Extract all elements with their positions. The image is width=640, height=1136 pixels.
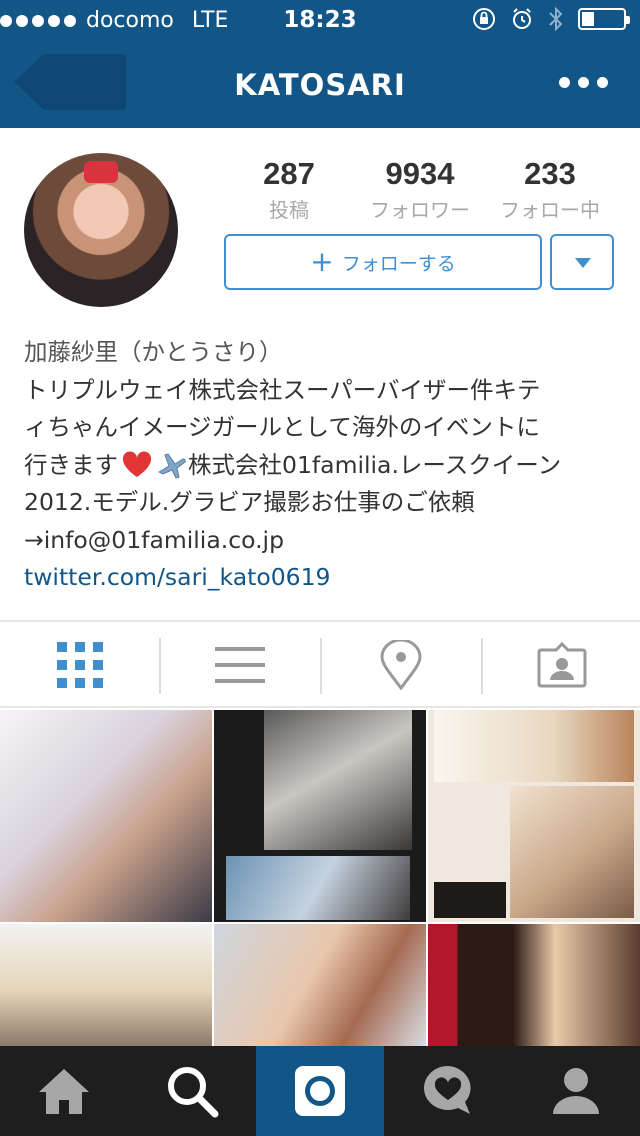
airplane-emoji-icon [157,453,186,479]
stat-followers-label: フォロワー [370,198,470,222]
stat-followers-count: 9934 [385,156,455,191]
bluetooth-icon [549,6,563,32]
stat-following[interactable]: 233 フォロー中 [490,156,610,223]
location-icon [380,640,422,690]
stat-following-count: 233 [524,156,576,191]
orientation-lock-icon [473,8,495,30]
grid-view-icon [57,642,103,688]
tab-grid[interactable] [0,626,160,704]
top-header: docomo LTE 18:23 KATOSARI [0,0,640,128]
photo-thumbnail[interactable] [428,710,640,922]
bio-line: →info@01familia.co.jp [24,525,284,554]
photo-thumbnail[interactable] [0,924,212,1046]
camera-icon [295,1066,345,1116]
follow-button-label: フォローする [341,252,456,275]
profile-icon [553,1068,599,1114]
tagged-photos-icon [537,642,587,688]
bio-text: 株式会社01familia.レースクイーン [188,450,562,479]
stat-following-label: フォロー中 [500,198,600,222]
divider [0,620,640,622]
list-view-icon [215,647,265,683]
avatar[interactable] [24,153,178,307]
tab-activity[interactable] [384,1046,512,1136]
bio-line: トリプルウェイ株式会社スーパーバイザー件キテ [24,375,541,404]
home-icon [39,1069,89,1114]
status-bar: docomo LTE 18:23 [0,0,640,40]
bio-text: 行きます [24,450,118,479]
bio: 加藤紗里（かとうさり） トリプルウェイ株式会社スーパーバイザー件キテ ィちゃんイ… [24,334,620,597]
bottom-tab-bar [0,1046,640,1136]
photo-thumbnail[interactable] [428,924,640,1046]
bio-line: ィちゃんイメージガールとして海外のイベントに [24,413,540,441]
full-name: 加藤紗里（かとうさり） [24,338,283,366]
tab-profile[interactable] [512,1046,640,1136]
alarm-icon [513,8,531,29]
stat-posts-count: 287 [263,156,315,191]
activity-heart-icon [424,1066,471,1114]
page-title: KATOSARI [234,68,406,102]
divider [0,706,640,708]
photo-thumbnail[interactable] [214,924,426,1046]
bio-line: 2012.モデル.グラビア撮影お仕事のご依頼 [24,488,475,516]
stat-followers[interactable]: 9934 フォロワー [358,156,482,223]
heart-emoji-icon [122,451,152,478]
stat-posts[interactable]: 287 投稿 [250,156,328,223]
tab-home[interactable] [0,1046,128,1136]
more-dots-icon[interactable] [559,77,608,88]
photo-thumbnail[interactable] [0,710,212,922]
tab-map[interactable] [321,626,481,704]
battery-icon [578,8,630,30]
tab-camera[interactable] [256,1046,384,1136]
stat-posts-label: 投稿 [269,198,309,222]
tab-list[interactable] [160,626,320,704]
suggestions-dropdown-button[interactable] [550,234,614,290]
tab-search[interactable] [128,1046,256,1136]
bio-line-with-emoji: 行きます 株式会社01familia.レースクイーン [24,447,620,485]
website-link[interactable]: twitter.com/sari_kato0619 [24,559,620,597]
photo-thumbnail[interactable] [214,710,426,922]
plus-icon: + [310,245,334,278]
chevron-down-icon [575,258,591,268]
search-icon [168,1067,219,1118]
follow-button[interactable]: + フォローする [224,234,542,290]
tab-tagged[interactable] [482,626,640,704]
